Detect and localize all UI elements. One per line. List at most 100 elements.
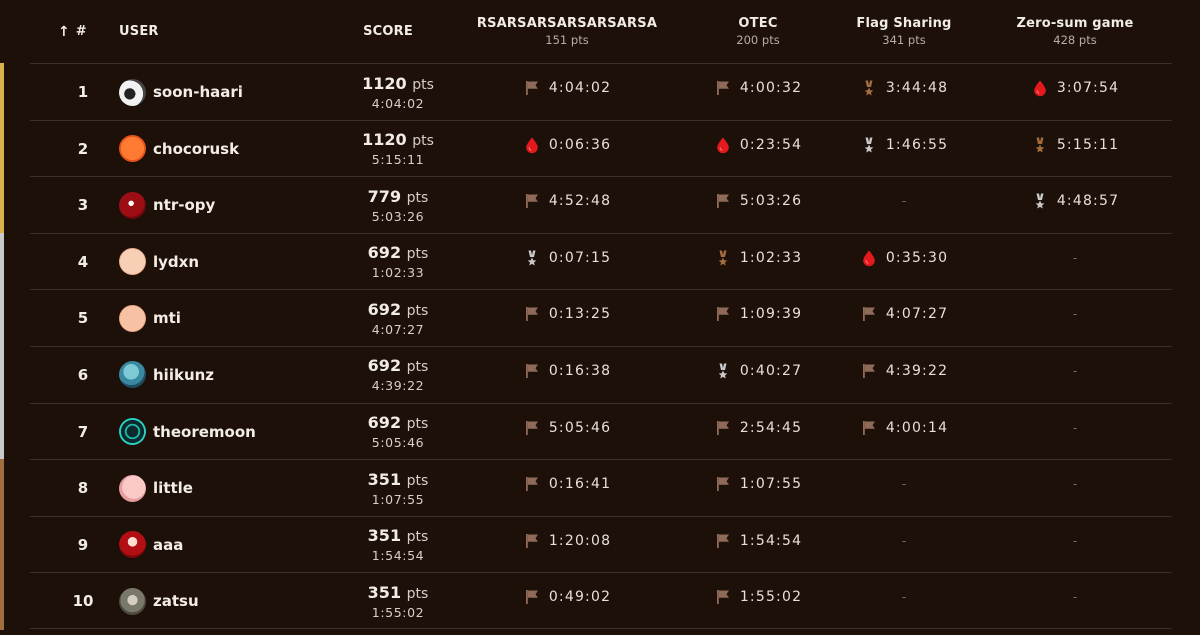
avatar[interactable] [119, 304, 146, 332]
avatar[interactable] [119, 474, 146, 502]
bronze-medal-icon [1031, 136, 1049, 154]
user-name-link[interactable]: soon-haari [153, 83, 243, 101]
avatar[interactable] [119, 418, 146, 446]
avatar[interactable] [119, 78, 146, 106]
challenge-header-otec[interactable]: OTEC 200 pts [708, 0, 808, 63]
scoreboard-header: ↑ # USER SCORE RSARSARSARSARSARSA 151 pt… [0, 0, 1200, 63]
flag-icon [714, 532, 732, 550]
first-blood-icon [714, 136, 732, 154]
score-unit: pts [406, 416, 429, 433]
solve-cell-empty: - [1005, 290, 1145, 338]
solve-cell: 5:15:11 [1005, 121, 1145, 169]
challenge-header-flag-sharing[interactable]: Flag Sharing 341 pts [844, 0, 964, 63]
solve-time: 0:49:02 [548, 589, 612, 606]
user-cell[interactable]: little [119, 460, 193, 516]
score-value: 351 [367, 469, 402, 489]
unsolved-dash: - [1072, 363, 1078, 378]
user-name-link[interactable]: chocorusk [153, 140, 239, 158]
solve-cell: 1:09:39 [708, 290, 808, 338]
solve-time: 1:07:55 [739, 476, 803, 493]
unsolved-dash: - [901, 194, 907, 209]
user-name-link[interactable]: little [153, 479, 193, 497]
table-row[interactable]: 3 ntr-opy 779 pts 5:03:26 4:52:48 5:03:2… [0, 176, 1172, 234]
solve-cell: 5:03:26 [708, 177, 808, 225]
user-name-link[interactable]: ntr-opy [153, 196, 215, 214]
solve-cell: 4:48:57 [1005, 177, 1145, 225]
score-cell: 692 pts 5:05:46 [348, 404, 448, 460]
user-cell[interactable]: hiikunz [119, 347, 214, 403]
table-row[interactable]: 2 chocorusk 1120 pts 5:15:11 0:06:36 0:2… [0, 119, 1172, 178]
solve-cell: 4:52:48 [467, 177, 667, 225]
user-name-link[interactable]: theoremoon [153, 423, 256, 441]
flag-icon [714, 79, 732, 97]
sort-ascending-icon[interactable]: ↑ [58, 24, 70, 40]
user-name-link[interactable]: mti [153, 309, 181, 327]
challenge-header-zero-sum-game[interactable]: Zero-sum game 428 pts [1005, 0, 1145, 63]
score-cell: 351 pts 1:54:54 [348, 517, 448, 573]
flag-icon [860, 419, 878, 437]
user-name-link[interactable]: aaa [153, 536, 183, 554]
score-time: 4:39:22 [371, 378, 425, 394]
rank-number: 1 [77, 83, 89, 101]
score-column-header[interactable]: SCORE [338, 0, 438, 63]
table-row[interactable]: 8 little 351 pts 1:07:55 0:16:41 1:07:55… [0, 459, 1172, 517]
solve-cell: 4:00:32 [708, 64, 808, 112]
rank-number: 9 [77, 535, 89, 554]
score-time: 1:02:33 [371, 265, 425, 281]
user-cell[interactable]: chocorusk [119, 121, 239, 177]
avatar[interactable] [119, 587, 146, 615]
first-blood-icon [1031, 79, 1049, 97]
solve-cell: 0:23:54 [708, 121, 808, 169]
table-row[interactable]: 6 hiikunz 692 pts 4:39:22 0:16:38 0:40:2… [0, 345, 1172, 404]
solve-time: 3:07:54 [1056, 80, 1120, 96]
solve-time: 5:15:11 [1056, 136, 1120, 153]
table-row[interactable]: 4 lydxn 692 pts 1:02:33 0:07:15 1:02:33 … [0, 232, 1172, 291]
challenge-header-rsa[interactable]: RSARSARSARSARSARSA 151 pts [467, 0, 667, 63]
user-cell[interactable]: zatsu [119, 573, 199, 629]
solve-time: 0:06:36 [548, 136, 612, 153]
user-cell[interactable]: aaa [119, 517, 183, 573]
solve-cell-empty: - [844, 573, 964, 621]
table-row[interactable]: 7 theoremoon 692 pts 5:05:46 5:05:46 2:5… [0, 402, 1172, 461]
solve-cell: 0:16:41 [467, 460, 667, 508]
solve-cell: 0:40:27 [708, 347, 808, 395]
user-cell[interactable]: lydxn [119, 234, 199, 290]
user-name-link[interactable]: zatsu [153, 592, 199, 610]
user-cell[interactable]: soon-haari [119, 64, 243, 120]
solve-time: 5:05:46 [548, 419, 612, 436]
score-value: 351 [367, 582, 402, 602]
challenge-name: RSARSARSARSARSARSA [476, 16, 658, 31]
user-name-link[interactable]: hiikunz [153, 366, 214, 384]
rank-number: 8 [77, 479, 89, 498]
score-unit: pts [406, 189, 429, 206]
rank-tier-bar [0, 459, 4, 517]
silver-medal-icon [523, 249, 541, 267]
avatar[interactable] [119, 191, 146, 219]
rank-number: 4 [77, 252, 89, 271]
table-row[interactable]: 9 aaa 351 pts 1:54:54 1:20:08 1:54:54 - … [0, 515, 1172, 574]
table-row[interactable]: 5 mti 692 pts 4:07:27 0:13:25 1:09:39 4:… [0, 289, 1172, 347]
avatar[interactable] [119, 135, 146, 163]
unsolved-dash: - [1072, 420, 1078, 435]
user-cell[interactable]: theoremoon [119, 404, 256, 460]
solve-cell-empty: - [1005, 404, 1145, 452]
table-row[interactable]: 1 soon-haari 1120 pts 4:04:02 4:04:02 4:… [0, 63, 1172, 121]
user-name-link[interactable]: lydxn [153, 253, 199, 271]
rank-tier-bar [0, 402, 4, 461]
solve-time: 0:13:25 [548, 306, 612, 323]
avatar[interactable] [119, 361, 146, 389]
avatar[interactable] [119, 248, 146, 276]
solve-cell: 1:02:33 [708, 234, 808, 282]
solve-time: 4:52:48 [548, 193, 612, 210]
table-row[interactable]: 10 zatsu 351 pts 1:55:02 0:49:02 1:55:02… [0, 572, 1172, 630]
bronze-medal-icon [860, 79, 878, 97]
rank-column-header[interactable]: ↑ # [58, 0, 87, 63]
user-cell[interactable]: mti [119, 290, 181, 346]
solve-cell: 1:20:08 [467, 517, 667, 565]
solve-time: 0:35:30 [885, 249, 949, 266]
user-cell[interactable]: ntr-opy [119, 177, 215, 233]
avatar[interactable] [119, 531, 146, 559]
solve-time: 2:54:45 [739, 419, 803, 436]
flag-icon [523, 588, 541, 606]
user-column-header[interactable]: USER [119, 0, 159, 63]
